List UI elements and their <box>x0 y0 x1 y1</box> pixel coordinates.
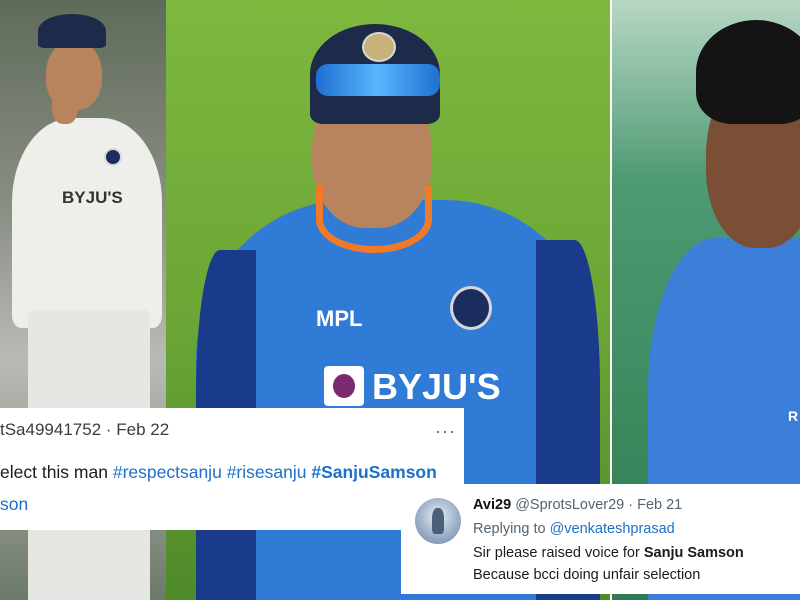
tweet-text-line1: Sir please raised voice for Sanju Samson <box>473 545 744 561</box>
bcci-crest-icon <box>450 286 492 330</box>
tweet-header: Avi29 @SprotsLover29 · Feb 21 <box>473 497 682 513</box>
hashtag-sanjusamson[interactable]: #SanjuSamson <box>311 462 436 482</box>
jersey-collar <box>316 186 432 253</box>
player-cap <box>38 14 106 48</box>
more-options-icon[interactable]: ··· <box>435 422 456 440</box>
avatar[interactable] <box>415 498 461 544</box>
tweet-text-continued: son <box>0 494 28 515</box>
jersey-edge-text: R <box>788 408 799 424</box>
shirt-logo-text: BYJU'S <box>62 188 123 207</box>
hashtag-respectsanju[interactable]: #respectsanju <box>113 462 222 482</box>
tweet-text-bold: Sanju Samson <box>643 545 744 561</box>
hashtag-fragment[interactable]: son <box>0 494 28 514</box>
tweet-text: elect this man #respectsanju #risesanju … <box>0 462 437 483</box>
tweet-text-start: Sir please raised voice for <box>473 545 640 561</box>
sponsor-logo-text: MPL <box>316 306 363 331</box>
tweet-handle[interactable]: tSa49941752 <box>0 420 101 439</box>
tweet-date[interactable]: · Feb 21 <box>628 497 682 513</box>
replying-to-line: Replying to @venkateshprasad <box>473 521 675 537</box>
jersey-sponsor-text: BYJU'S <box>372 366 501 407</box>
tweet-card-right[interactable]: Avi29 @SprotsLover29 · Feb 21 Replying t… <box>401 484 800 594</box>
cap-badge-icon <box>362 32 396 62</box>
player-hair <box>696 20 800 124</box>
tweet-text-line2: Because bcci doing unfair selection <box>473 567 701 583</box>
sunglasses-on-cap <box>316 64 440 96</box>
display-name[interactable]: Avi29 <box>473 497 511 513</box>
tweet-text-start: elect this man <box>0 462 108 482</box>
byjus-logo-icon <box>324 366 364 406</box>
player-hand <box>52 84 78 124</box>
replying-to-label: Replying to <box>473 521 546 537</box>
hashtag-risesanju[interactable]: #risesanju <box>227 462 307 482</box>
white-test-shirt <box>12 118 162 328</box>
tweet-handle[interactable]: @SprotsLover29 <box>515 497 624 513</box>
tweet-date[interactable]: · Feb 22 <box>106 420 169 439</box>
bcci-badge-icon <box>104 148 122 166</box>
avatar-figure-icon <box>432 508 444 534</box>
mention-link[interactable]: @venkateshprasad <box>550 521 675 537</box>
tweet-handle-line: tSa49941752 · Feb 22 <box>0 420 169 440</box>
tweet-card-left[interactable]: tSa49941752 · Feb 22 ··· elect this man … <box>0 408 464 530</box>
